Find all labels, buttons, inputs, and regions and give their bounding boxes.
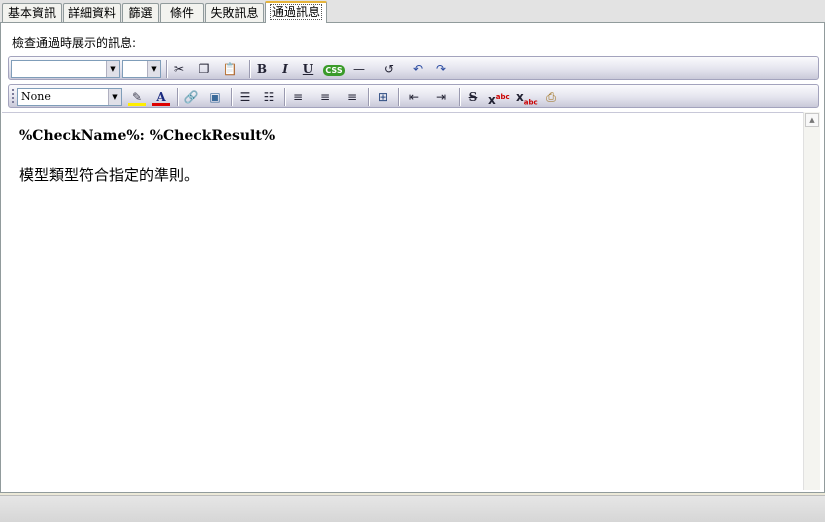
chevron-down-icon: ▼ — [106, 61, 119, 77]
toolbar-separator — [166, 60, 168, 78]
paste-icon[interactable]: 📋 — [221, 60, 239, 78]
tab-fail-message[interactable]: 失敗訊息 — [205, 3, 264, 22]
editor-vertical-scrollbar[interactable]: ▲ — [803, 112, 820, 490]
toolbar-separator — [231, 88, 233, 106]
italic-icon[interactable]: I — [276, 60, 294, 78]
toolbar-separator — [284, 88, 286, 106]
style-select[interactable]: None ▼ — [17, 88, 122, 106]
message-text-line: 模型類型符合指定的準則。 — [19, 166, 200, 184]
font-size-select[interactable]: ▼ — [122, 60, 161, 78]
tab-filter[interactable]: 篩選 — [122, 3, 159, 22]
editor-toolbar-paragraph: None ▼ ✎ A 🔗 ▣ ☰ ☷ ≡ ≡ ≡ ⊞ ⇤ ⇥ S xabc xa… — [8, 84, 819, 108]
print-icon[interactable]: ⎙ — [542, 88, 560, 106]
highlight-icon[interactable]: ✎ — [128, 88, 146, 106]
tab-panel: 檢查通過時展示的訊息: ▼ ▼ ✂ ❐ 📋 B I U CSS — ↺ ↶ ↷ … — [0, 22, 825, 493]
subscript-icon[interactable]: xabc — [516, 88, 538, 106]
bullet-list-icon[interactable]: ☷ — [260, 88, 278, 106]
insert-image-icon[interactable]: ▣ — [206, 88, 224, 106]
font-color-icon[interactable]: A — [152, 88, 170, 106]
message-template-line: %CheckName%: %CheckResult% — [19, 128, 276, 144]
align-right-icon[interactable]: ≡ — [343, 88, 361, 106]
toolbar-separator — [398, 88, 400, 106]
strikethrough-icon[interactable]: S — [464, 88, 482, 106]
tab-conditions[interactable]: 條件 — [160, 3, 204, 22]
tab-basic-info[interactable]: 基本資訊 — [2, 3, 62, 22]
style-value: None — [21, 90, 51, 103]
pass-message-caption: 檢查通過時展示的訊息: — [12, 36, 137, 50]
rich-text-editor[interactable]: %CheckName%: %CheckResult% 模型類型符合指定的準則。 — [2, 112, 803, 491]
underline-icon[interactable]: U — [299, 60, 317, 78]
chevron-down-icon: ▼ — [108, 89, 121, 105]
tab-pass-message-label: 通過訊息 — [269, 4, 323, 20]
toolbar-separator — [368, 88, 370, 106]
superscript-icon[interactable]: xabc — [488, 88, 510, 107]
insert-table-icon[interactable]: ⊞ — [374, 88, 392, 106]
refresh-icon[interactable]: ↺ — [380, 60, 398, 78]
chevron-down-icon: ▼ — [147, 61, 160, 77]
toolbar-separator — [177, 88, 179, 106]
editor-toolbar-formatting: ▼ ▼ ✂ ❐ 📋 B I U CSS — ↺ ↶ ↷ — [8, 56, 819, 80]
bold-icon[interactable]: B — [253, 60, 271, 78]
status-bar — [0, 495, 825, 522]
numbered-list-icon[interactable]: ☰ — [236, 88, 254, 106]
copy-icon[interactable]: ❐ — [195, 60, 213, 78]
toolbar-separator — [459, 88, 461, 106]
font-family-select[interactable]: ▼ — [11, 60, 120, 78]
redo-icon[interactable]: ↷ — [432, 60, 450, 78]
tab-strip: 基本資訊 詳細資料 篩選 條件 失敗訊息 通過訊息 — [0, 0, 825, 23]
align-left-icon[interactable]: ≡ — [289, 88, 307, 106]
toolbar-separator — [249, 60, 251, 78]
cut-icon[interactable]: ✂ — [170, 60, 188, 78]
align-center-icon[interactable]: ≡ — [316, 88, 334, 106]
undo-icon[interactable]: ↶ — [409, 60, 427, 78]
outdent-icon[interactable]: ⇤ — [405, 88, 423, 106]
css-icon[interactable]: CSS — [322, 60, 346, 78]
horizontal-rule-icon[interactable]: — — [350, 60, 368, 78]
scroll-up-icon[interactable]: ▲ — [805, 113, 819, 127]
tab-pass-message[interactable]: 通過訊息 — [265, 1, 327, 23]
css-badge: CSS — [323, 65, 345, 76]
insert-link-icon[interactable]: 🔗 — [182, 88, 200, 106]
toolbar-grip[interactable] — [12, 89, 14, 105]
indent-icon[interactable]: ⇥ — [432, 88, 450, 106]
tab-details[interactable]: 詳細資料 — [63, 3, 121, 22]
